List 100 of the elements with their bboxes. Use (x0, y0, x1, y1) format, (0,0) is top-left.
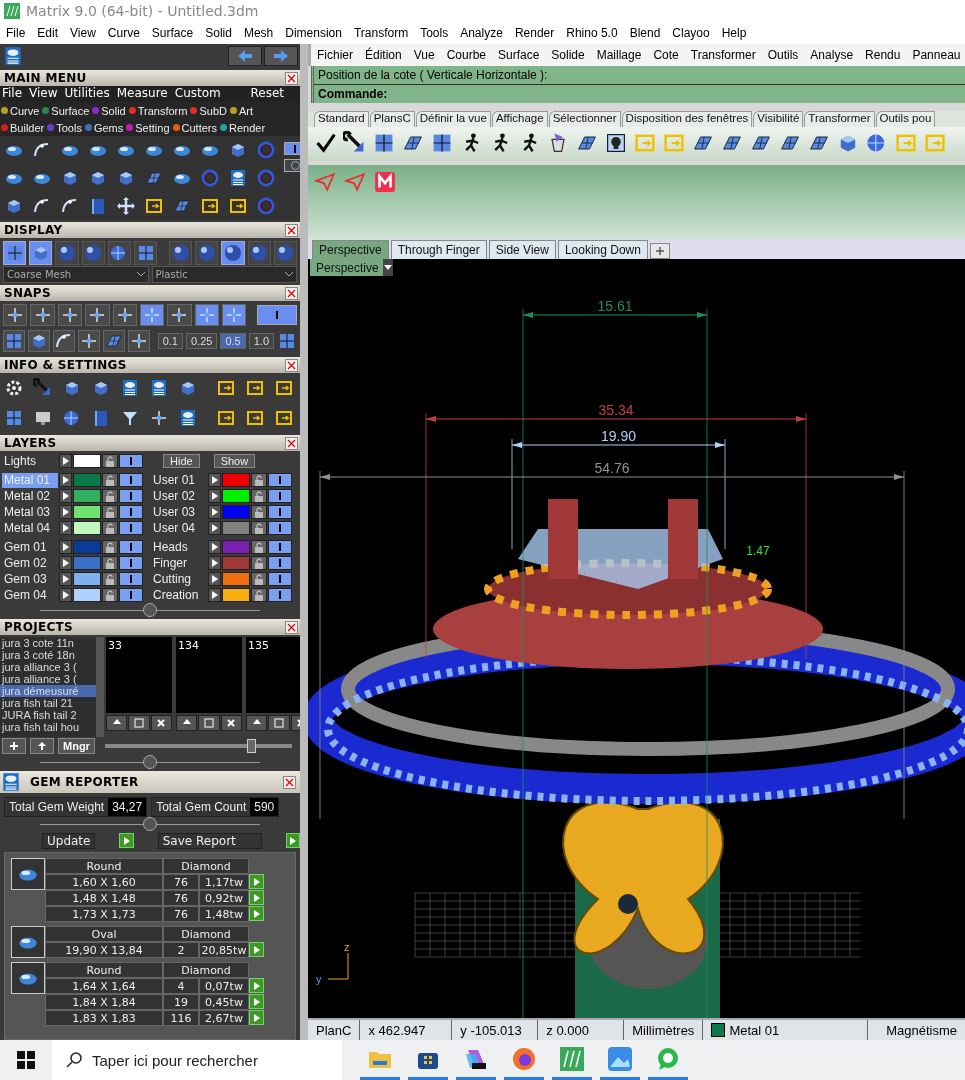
photo-placeholder[interactable]: 134 (176, 637, 242, 713)
toolbar-tab[interactable]: Définir la vue (415, 111, 491, 127)
visibility-toggle[interactable] (119, 572, 143, 586)
arrow-button[interactable] (106, 715, 128, 731)
select-button[interactable] (249, 978, 264, 993)
display-mode-button[interactable] (55, 241, 79, 265)
select-button[interactable] (249, 874, 264, 889)
display-mode-button[interactable] (81, 241, 105, 265)
menu-item[interactable]: Edit (31, 26, 65, 40)
menu-item[interactable]: Clayoo (666, 26, 716, 40)
visibility-toggle[interactable] (119, 521, 143, 535)
menu-item[interactable]: Dimension (279, 26, 348, 40)
expand-button[interactable] (59, 521, 72, 535)
project-item[interactable]: jura alliance 3 ( (0, 661, 96, 673)
lock-button[interactable] (251, 540, 267, 554)
up-button[interactable] (30, 738, 54, 754)
menu-item[interactable]: Tools (414, 26, 455, 40)
project-item[interactable]: jura 3 coté 18n (0, 649, 96, 661)
viewport-tab[interactable]: Looking Down (557, 240, 648, 259)
menu-item[interactable]: Transform (347, 26, 415, 40)
arrow-button[interactable] (176, 715, 198, 731)
select-button[interactable] (249, 942, 264, 957)
lock-button[interactable] (102, 540, 118, 554)
toggle-button[interactable] (257, 305, 297, 325)
color-swatch[interactable] (222, 556, 250, 570)
color-swatch[interactable] (73, 521, 101, 535)
frame-icon[interactable] (274, 408, 294, 428)
visibility-toggle[interactable] (268, 540, 292, 554)
color-swatch[interactable] (222, 588, 250, 602)
category-link[interactable]: Solid (92, 104, 126, 117)
viewport[interactable]: Perspective 15.61 35.34 19.90 54.76 1.47 z y (308, 259, 965, 1018)
menu-item[interactable]: Surface (492, 48, 546, 62)
snap-button[interactable] (167, 304, 192, 326)
precision-button[interactable]: 1.0 (248, 333, 274, 349)
shader-button[interactable] (247, 241, 271, 265)
layer-name[interactable]: Lights (2, 453, 58, 469)
select-button[interactable] (249, 994, 264, 1009)
menu-item[interactable]: Render (508, 26, 561, 40)
lock-button[interactable] (102, 473, 118, 487)
category-link[interactable]: Cutters (172, 121, 217, 134)
layer-name[interactable]: Creation (151, 587, 207, 603)
color-swatch[interactable] (73, 588, 101, 602)
lock-button[interactable] (251, 556, 267, 570)
layer-name[interactable]: Gem 02 (2, 555, 58, 571)
snap-button[interactable] (112, 304, 137, 326)
zoom-slider-thumb[interactable] (246, 739, 256, 753)
menu-item[interactable]: Solide (545, 48, 591, 62)
menu-item[interactable]: Édition (359, 48, 408, 62)
category-link[interactable]: Curve (1, 104, 40, 117)
save-button[interactable] (128, 715, 150, 731)
shader-button[interactable] (221, 241, 245, 265)
snap-button[interactable] (28, 330, 50, 352)
visibility-toggle[interactable] (119, 588, 143, 602)
toolbar-tab[interactable]: Transformer (804, 111, 875, 127)
category-link[interactable]: Setting (126, 121, 170, 134)
menu-item[interactable]: Curve (101, 26, 146, 40)
close-button[interactable] (285, 358, 298, 372)
lock-button[interactable] (251, 473, 267, 487)
color-swatch[interactable] (222, 489, 250, 503)
expand-button[interactable] (208, 505, 221, 519)
save-button[interactable] (268, 715, 290, 731)
color-swatch[interactable] (73, 454, 101, 468)
project-item[interactable]: jura 3 cote 11n (0, 637, 96, 649)
lock-button[interactable] (102, 489, 118, 503)
precision-button[interactable]: 0.5 (220, 333, 246, 349)
color-swatch[interactable] (73, 473, 101, 487)
visibility-toggle[interactable] (119, 454, 143, 468)
photo-placeholder[interactable]: 33 (106, 637, 172, 713)
precision-button[interactable]: 0.25 (186, 333, 218, 349)
close-button[interactable] (285, 436, 298, 450)
expand-button[interactable] (59, 572, 72, 586)
mesh-dropdown[interactable]: Coarse Mesh (3, 266, 149, 283)
color-swatch[interactable] (73, 489, 101, 503)
project-item[interactable]: jura fish tail hou (0, 721, 96, 733)
status-snap[interactable]: Magnétisme (868, 1020, 965, 1040)
snap-button[interactable] (3, 304, 28, 326)
expand-button[interactable] (208, 556, 221, 570)
layer-name[interactable]: Gem 01 (2, 539, 58, 555)
frame-icon[interactable] (144, 196, 164, 216)
menu-item[interactable]: Analyze (454, 26, 509, 40)
snap-button[interactable] (103, 330, 125, 352)
category-link[interactable]: Tools (47, 121, 82, 134)
toolbar-tab[interactable]: Visibilité (753, 111, 804, 127)
project-item[interactable]: JURA fish tail 2 (0, 709, 96, 721)
shader-button[interactable] (169, 241, 193, 265)
shader-button[interactable] (195, 241, 219, 265)
toolbar-tab[interactable]: Disposition des fenêtres (621, 111, 753, 127)
visibility-toggle[interactable] (268, 556, 292, 570)
arrow-button[interactable] (246, 715, 268, 731)
add-tab-button[interactable] (649, 243, 670, 259)
expand-button[interactable] (208, 572, 221, 586)
category-link[interactable]: SubD (190, 104, 227, 117)
snap-button[interactable] (128, 330, 150, 352)
menu-item[interactable]: Utilities (64, 86, 110, 102)
expand-button[interactable] (59, 556, 72, 570)
shader-button[interactable] (273, 241, 297, 265)
layer-name[interactable]: Heads (151, 539, 207, 555)
expand-button[interactable] (59, 489, 72, 503)
layer-name[interactable]: Cutting (151, 571, 207, 587)
show-button[interactable]: Show (213, 454, 256, 468)
